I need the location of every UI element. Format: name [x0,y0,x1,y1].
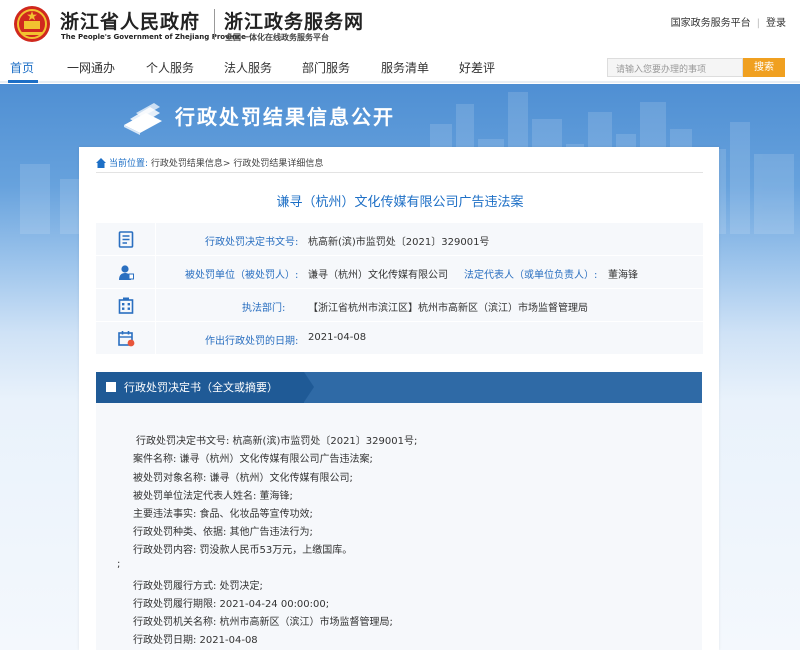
gov-name-en: The People's Government of Zhejiang Prov… [61,33,246,41]
building-icon [118,297,134,314]
decision-line: 行政处罚内容: 罚没款人民币53万元，上缴国库。 [133,545,353,556]
nav-item-one-stop[interactable]: 一网通办 [67,59,115,76]
nav-item-corporate[interactable]: 法人服务 [224,59,272,76]
decision-line: 行政处罚机关名称: 杭州市高新区（滨江）市场监督管理局; [133,617,393,628]
banner-title: 行政处罚结果信息公开 [175,105,395,129]
decision-number-label: 行政处罚决定书文号: [205,237,299,248]
nav-active-indicator [8,80,38,83]
national-platform-link[interactable]: 国家政务服务平台 [671,18,751,29]
legal-representative-value: 董海锋 [608,270,638,281]
title-chevron [304,372,314,402]
nav-item-service-list[interactable]: 服务清单 [381,59,429,76]
breadcrumb: 当前位置: 行政处罚结果信息> 行政处罚结果详细信息 [96,156,323,169]
decision-line: 行政处罚种类、依据: 其他广告违法行为; [133,527,313,538]
enforcement-dept-value: 【浙江省杭州市滨江区】杭州市高新区（滨江）市场监督管理局 [308,303,588,314]
info-row-enforcement-dept: 执法部门: 【浙江省杭州市滨江区】杭州市高新区（滨江）市场监督管理局 [96,289,703,322]
nav-item-department[interactable]: 部门服务 [302,59,350,76]
search-button[interactable]: 搜索 [743,58,785,77]
link-separator: | [756,18,760,29]
decision-line: 行政处罚履行期限: 2021-04-24 00:00:00; [133,599,330,610]
decision-date-label: 作出行政处罚的日期: [205,336,299,347]
decision-section-title: 行政处罚决定书（全文或摘要） [96,372,314,403]
national-emblem-icon [14,6,50,42]
penalized-party-value: 谦寻（杭州）文化传媒有限公司 [308,270,448,281]
decision-line: 被处罚对象名称: 谦寻（杭州）文化传媒有限公司; [133,473,353,484]
nav-item-home[interactable]: 首页 [10,59,34,76]
book-icon [124,103,162,135]
decision-line: 被处罚单位法定代表人姓名: 董海锋; [133,491,293,502]
info-row-icon-cell [96,322,156,355]
search-input[interactable]: 请输入您要办理的事项 [607,58,743,77]
section-marker-icon [106,382,116,392]
login-link[interactable]: 登录 [766,18,786,29]
decision-line: 行政处罚履行方式: 处罚决定; [133,581,263,592]
site-header: 浙江省人民政府 The People's Government of Zheji… [0,0,800,50]
info-row-icon-cell [96,289,156,322]
breadcrumb-divider [96,172,703,173]
gov-name-cn[interactable]: 浙江省人民政府 [60,7,200,34]
decision-line: 案件名称: 谦寻（杭州）文化传媒有限公司广告违法案; [133,454,373,465]
decision-line: 主要违法事实: 食品、化妆品等宣传功效; [133,509,313,520]
header-divider [214,9,215,40]
breadcrumb-path[interactable]: 行政处罚结果信息> 行政处罚结果详细信息 [151,159,323,169]
person-icon [119,265,134,280]
home-icon [96,158,106,168]
service-name[interactable]: 浙江政务服务网 [224,7,364,34]
info-row-icon-cell [96,256,156,289]
info-row-decision-number: 行政处罚决定书文号: 杭高新(滨)市监罚处〔2021〕329001号 [96,223,703,256]
decision-separator: ; [117,559,121,570]
nav-item-rating[interactable]: 好差评 [459,59,495,76]
info-row-icon-cell [96,223,156,256]
top-links: 国家政务服务平台 | 登录 [671,14,786,29]
nav-item-personal[interactable]: 个人服务 [146,59,194,76]
document-icon [118,231,134,248]
enforcement-dept-label: 执法部门: [242,303,286,314]
calendar-icon [118,331,135,347]
penalized-party-label: 被处罚单位（被处罚人）: [185,270,299,281]
breadcrumb-current-label: 当前位置: [109,159,149,169]
decision-date-value: 2021-04-08 [308,332,367,343]
decision-number-value: 杭高新(滨)市监罚处〔2021〕329001号 [308,237,490,248]
service-subtitle: 全国一体化在线政务服务平台 [225,33,329,42]
legal-representative-label: 法定代表人（或单位负责人）: [464,270,598,281]
decision-line: 行政处罚决定书文号: 杭高新(滨)市监罚处〔2021〕329001号; [136,436,418,447]
decision-title-text: 行政处罚决定书（全文或摘要） [124,381,278,394]
info-row-decision-date: 作出行政处罚的日期: 2021-04-08 [96,322,703,355]
info-row-penalized-party: 被处罚单位（被处罚人）: 谦寻（杭州）文化传媒有限公司 法定代表人（或单位负责人… [96,256,703,289]
case-title: 谦寻（杭州）文化传媒有限公司广告违法案 [276,195,524,210]
decision-line: 行政处罚日期: 2021-04-08 [133,635,258,646]
